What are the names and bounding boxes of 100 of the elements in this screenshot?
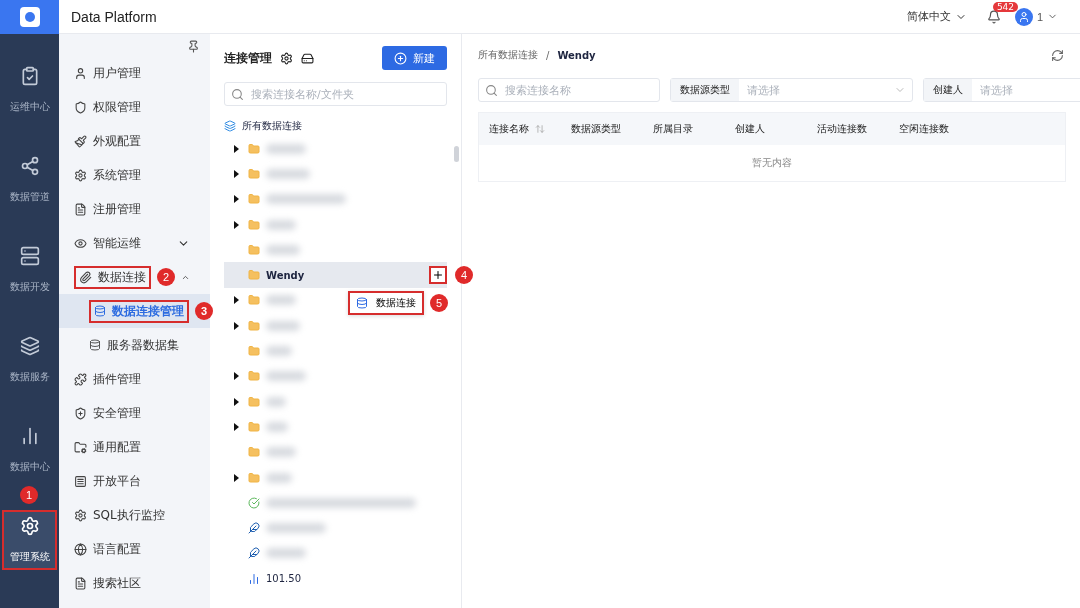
language-selector[interactable]: 简体中文 [900,8,973,25]
menu-item[interactable]: 语言配置 [59,532,210,566]
scrollbar[interactable] [454,146,459,162]
notification-badge: 542 [992,1,1019,12]
rail-item[interactable]: 数据服务 [2,330,57,390]
menu-item[interactable]: 外观配置 [59,124,210,158]
menu-item[interactable]: 智能运维 [59,226,210,260]
folder-icon [248,294,260,307]
breadcrumb-current: Wendy [557,49,596,61]
tree-root[interactable]: 所有数据连接 [242,119,302,133]
plus-circle-icon [394,51,407,65]
select-input[interactable]: 请选择 [972,82,1080,98]
blurred-label [266,244,300,255]
shield-icon [74,100,87,114]
menu-item[interactable]: 用户管理 [59,56,210,90]
database-icon [89,339,101,351]
menu-option[interactable]: 数据连接 [348,290,424,315]
settings-icon [74,508,87,522]
settings-icon[interactable] [280,51,293,65]
blurred-label [266,371,306,382]
column-header[interactable]: 数据源类型 [571,122,653,136]
globe-icon [74,542,87,556]
shield-icon [74,406,87,420]
submenu-item[interactable]: 数据连接管理 3 [59,294,210,328]
menu-item[interactable]: 开放平台 [59,464,210,498]
folder-icon [248,193,260,206]
step-number: 5 [430,293,448,312]
drive-icon[interactable] [301,51,314,65]
blurred-label [266,295,296,306]
folder-icon [74,440,87,454]
folder-icon [248,243,260,256]
add-button[interactable] [429,266,447,285]
rail-item[interactable]: 数据中心 [2,420,57,480]
feather-icon [248,522,260,535]
database-icon [356,296,368,309]
menu-item[interactable]: 权限管理 [59,90,210,124]
column-header[interactable]: 活动连接数 [817,122,899,136]
column-header[interactable]: 空闲连接数 [899,122,981,136]
folder-icon [248,446,260,459]
folder-icon [248,218,260,231]
menu-item[interactable]: 插件管理 [59,362,210,396]
blurred-label [266,219,296,230]
tree-row[interactable]: 101.50 [224,566,305,592]
rail-item[interactable]: 运维中心 [2,60,57,120]
menu-item[interactable]: 注册管理 [59,192,210,226]
folder-icon [248,269,260,282]
filter-select[interactable]: 数据源类型 请选择 [670,78,913,102]
chart-icon [248,572,260,585]
search-input[interactable]: 搜索连接名称 [503,82,653,98]
menu-item[interactable]: SQL执行监控 [59,498,210,532]
new-button[interactable]: 新建 [382,46,447,70]
folder-icon [248,370,260,383]
rail-item[interactable]: 数据开发 [2,240,57,300]
folder-icon [248,345,260,357]
eye-icon [74,236,87,250]
sort-icon [535,124,545,134]
blurred-label [266,421,288,432]
select-input[interactable]: 请选择 [739,82,894,98]
menu-item[interactable]: 安全管理 [59,396,210,430]
document-icon [74,202,87,216]
filter-select[interactable]: 创建人 请选择 [923,78,1080,102]
panel-title: 连接管理 [224,49,272,67]
avatar [1014,7,1033,26]
user-menu[interactable]: 1 [1014,7,1058,26]
refresh-icon[interactable] [1051,48,1064,62]
menu-item[interactable]: 搜索社区 [59,566,210,600]
layers-icon [19,336,40,356]
menu-item[interactable]: 系统管理 [59,158,210,192]
menu-item[interactable]: 数据连接 2 [59,260,210,294]
blurred-label [266,523,326,534]
submenu-item[interactable]: 服务器数据集 [59,328,210,362]
layers-icon [224,120,236,132]
nodes-icon [19,156,40,176]
blurred-label [266,320,300,331]
menu-item[interactable]: 通用配置 [59,430,210,464]
plus-icon [432,269,444,282]
breadcrumb-link[interactable]: 所有数据连接 [478,48,538,62]
column-header[interactable]: 连接名称 [489,122,571,136]
step-number: 2 [157,268,175,286]
check-circle-icon [248,496,260,509]
pin-icon[interactable] [187,40,200,53]
blurred-label [266,548,306,559]
rail-item[interactable]: 数据管道 [2,150,57,210]
column-header[interactable]: 所属目录 [653,122,735,136]
paperclip-icon [79,270,92,284]
folder-icon [248,142,260,155]
folder-icon [248,420,260,433]
blurred-label [266,168,310,179]
search-field[interactable]: 搜索连接名称 [478,78,660,102]
column-header[interactable]: 创建人 [735,122,817,136]
bell-icon[interactable] [986,9,1001,24]
blurred-label [266,143,306,154]
blurred-label [266,447,296,458]
list-icon [74,474,87,488]
search-icon [485,83,498,97]
search-field[interactable]: 搜索连接名称/文件夹 [224,82,447,106]
puzzle-icon [74,372,87,386]
document-icon [74,576,87,590]
search-input[interactable]: 搜索连接名称/文件夹 [249,86,440,102]
search-icon [231,87,244,101]
